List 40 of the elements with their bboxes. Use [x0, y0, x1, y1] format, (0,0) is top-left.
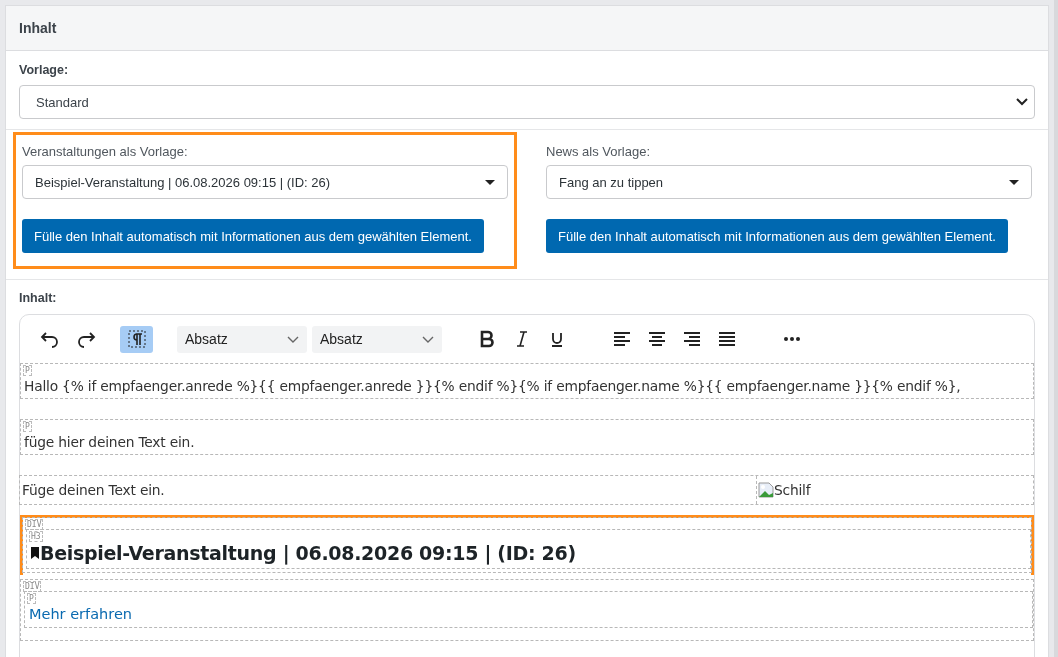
show-blocks-toggle[interactable]	[120, 325, 153, 353]
paragraph-text: Hallo {% if empfaenger.anrede %}{{ empfaenger.anrede }}{% endif %}{% if empfaenger.name %}{{ empfaenger.name }}{% endif %},	[24, 378, 961, 394]
chevron-icon	[287, 335, 299, 343]
image-alt-text: Schilf	[774, 482, 811, 498]
block-tag: P	[23, 365, 32, 376]
field-label: Veranstaltungen als Vorlage:	[22, 144, 189, 159]
caret-icon	[1009, 179, 1019, 185]
field-label: News als Vorlage:	[546, 144, 652, 159]
format-dropdown[interactable]: Absatz	[177, 325, 307, 353]
autofill-button[interactable]: Fülle den Inhalt automatisch mit Informationen aus dem gewählten Element.	[22, 219, 484, 253]
panel-title: Inhalt	[19, 20, 57, 36]
block-tag: P	[27, 593, 36, 604]
justify-icon[interactable]	[717, 329, 737, 349]
field-label: Inhalt:	[19, 291, 58, 305]
caret-icon	[485, 179, 495, 185]
source-select[interactable]: Beispiel-Veranstaltung | 06.08.2026 09:15 | (ID: 26)	[22, 165, 508, 199]
paragraph-text: Füge deinen Text ein.	[21, 482, 166, 498]
block-tag: H3	[29, 531, 43, 542]
autofill-button[interactable]: Fülle den Inhalt automatisch mit Informationen aus dem gewählten Element.	[546, 219, 1008, 253]
align-left-icon[interactable]	[612, 329, 632, 349]
format-dropdown[interactable]: Absatz	[312, 325, 442, 353]
block-tag: DIV	[23, 581, 42, 592]
heading-text: Beispiel-Veranstaltung | 06.08.2026 09:15 | (ID: 26)	[40, 542, 576, 564]
field-label: Vorlage:	[19, 63, 70, 77]
template-select[interactable]: Standard	[19, 85, 1035, 119]
broken-image-icon	[758, 482, 774, 498]
align-center-icon[interactable]	[647, 329, 667, 349]
block-tag: P	[23, 421, 32, 432]
align-right-icon[interactable]	[682, 329, 702, 349]
undo-icon[interactable]	[40, 329, 60, 349]
chevron-icon	[1016, 98, 1028, 106]
bookmark-icon	[31, 547, 39, 559]
more-link[interactable]: Mehr erfahren	[29, 606, 132, 622]
redo-icon[interactable]	[76, 329, 96, 349]
chevron-icon	[422, 335, 434, 343]
paragraph-text: füge hier deinen Text ein.	[24, 434, 195, 450]
show-blocks-icon	[126, 329, 147, 349]
rich-text-editor[interactable]	[19, 314, 1035, 657]
block-tag: DIV	[25, 519, 44, 530]
source-select[interactable]: Fang an zu tippen	[546, 165, 1032, 199]
